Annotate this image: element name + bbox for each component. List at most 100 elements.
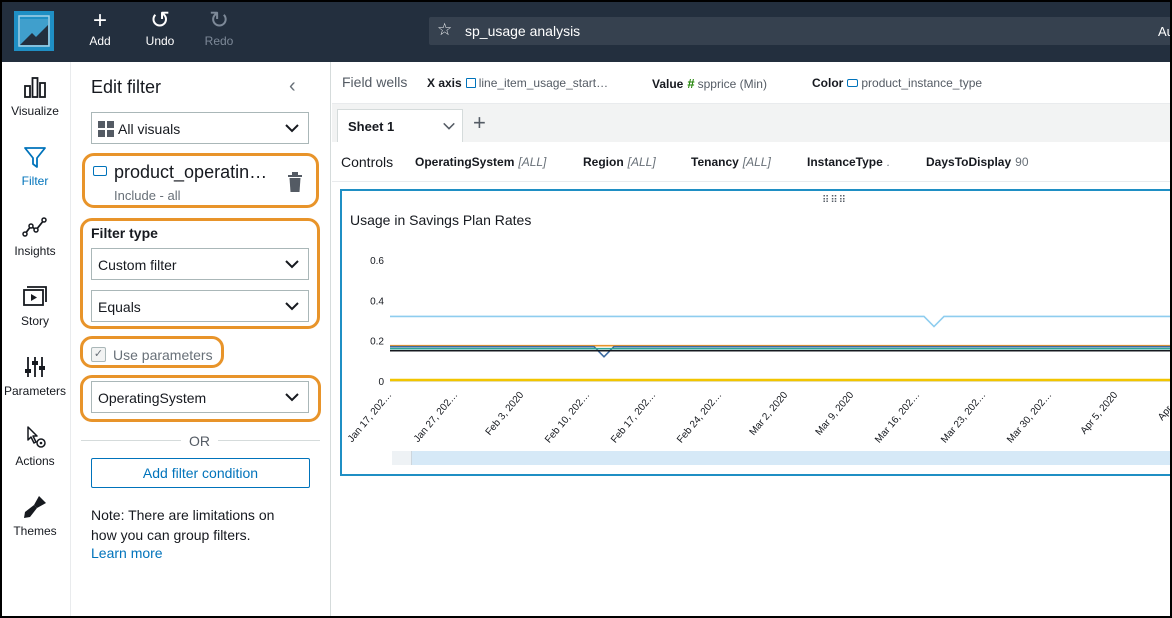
rail-label: Story — [20, 314, 49, 328]
line-chart: 0 0.2 0.4 0.6 Jan 17, 202… Jan 27, 202… Feb 3,… — [346, 256, 1172, 446]
rail-label: Filter — [21, 174, 49, 188]
star-icon[interactable]: ☆ — [437, 20, 452, 40]
y-tick-label: 0.4 — [370, 296, 384, 307]
value-field: spprice (Min) — [697, 77, 767, 91]
analysis-name-bar[interactable]: ☆ sp_usage analysis Au — [429, 17, 1172, 45]
line-chart-visual[interactable]: ⠿⠿⠿ Usage in Savings Plan Rates 0 0.2 0.4 0… — [340, 189, 1172, 476]
sheet-tabs: Sheet 1 + — [332, 104, 1172, 142]
undo-icon: ↺ — [149, 7, 171, 34]
collapse-panel-icon[interactable]: ‹ — [289, 75, 296, 98]
chart-scrollbar[interactable] — [392, 451, 1170, 465]
x-tick-label: Mar 2, 2020 — [748, 390, 791, 438]
analysis-title[interactable]: sp_usage analysis — [465, 23, 580, 39]
rail-label: Actions — [15, 454, 55, 468]
dimension-tag-icon — [93, 166, 107, 176]
chevron-down-icon[interactable] — [442, 119, 456, 133]
control-operating-system[interactable]: OperatingSystem [ALL] — [415, 155, 546, 169]
x-tick-label: Jan 27, 202… — [412, 390, 460, 445]
rail-item-story[interactable]: Story — [0, 284, 70, 328]
add-button[interactable]: + Add — [75, 8, 125, 49]
group-filter-note: Note: There are limitations on how you c… — [91, 507, 275, 543]
top-bar: + Add ↺ Undo ↻ Redo ☆ sp_usage analysis … — [0, 0, 1172, 62]
rail-label: Visualize — [11, 104, 59, 118]
rail-label: Parameters — [3, 384, 67, 398]
rail-item-visualize[interactable]: Visualize — [0, 74, 70, 118]
measure-hash-icon: # — [687, 76, 695, 91]
control-region[interactable]: Region [ALL] — [583, 155, 656, 169]
left-nav-rail: Visualize Filter Insights Story Paramete… — [0, 62, 71, 618]
x-tick-label: Mar 23, 202… — [939, 390, 988, 446]
redo-label: Redo — [204, 34, 234, 48]
quicksight-logo[interactable] — [14, 11, 54, 51]
rail-item-filter[interactable]: Filter — [0, 144, 70, 188]
controls-label[interactable]: Controls — [341, 154, 393, 170]
rail-label: Insights — [14, 244, 56, 258]
x-tick-label: Feb 3, 2020 — [484, 390, 527, 438]
rail-item-insights[interactable]: Insights — [0, 214, 70, 258]
controls-bar: Controls OperatingSystem [ALL] Region [ALL… — [332, 142, 1172, 182]
control-value: [ALL] — [742, 155, 771, 169]
filter-type-label: Filter type — [91, 225, 158, 241]
control-value: [ALL] — [627, 155, 656, 169]
filter-field[interactable]: product_operatin… Include - all — [91, 162, 309, 206]
add-sheet-icon[interactable]: + — [473, 110, 486, 136]
x-tick-label: Mar 9, 2020 — [814, 390, 857, 438]
tab-sheet-1[interactable]: Sheet 1 — [337, 109, 463, 142]
all-visuals-icon — [98, 121, 114, 137]
x-axis-field: line_item_usage_start… — [478, 76, 609, 90]
parameter-value: OperatingSystem — [98, 390, 207, 406]
control-name: DaysToDisplay — [926, 155, 1012, 169]
y-tick-label: 0.2 — [370, 337, 384, 348]
add-filter-condition-button[interactable]: Add filter condition — [91, 458, 310, 488]
learn-more-link[interactable]: Learn more — [91, 545, 163, 561]
control-value: 90 — [1015, 155, 1029, 169]
y-tick-label: 0 — [378, 377, 384, 388]
color-well[interactable]: Color product_instance_type — [812, 76, 982, 90]
control-tenancy[interactable]: Tenancy [ALL] — [691, 155, 771, 169]
x-axis-well[interactable]: X axis line_item_usage_start… — [427, 76, 608, 90]
field-wells-label[interactable]: Field wells — [342, 74, 407, 90]
x-tick-label: Feb 24, 202… — [675, 390, 724, 446]
rail-item-themes[interactable]: Themes — [0, 494, 70, 538]
redo-icon: ↻ — [208, 7, 230, 34]
filter-type-select[interactable]: Custom filter — [91, 248, 309, 280]
operator-select[interactable]: Equals — [91, 290, 309, 322]
topbar-right-truncated[interactable]: Au — [1158, 24, 1172, 39]
scope-select[interactable]: All visuals — [91, 112, 309, 144]
dimension-tag-icon — [847, 79, 859, 87]
control-name: InstanceType — [807, 155, 883, 169]
x-tick-label: Mar 30, 202… — [1005, 390, 1054, 446]
control-instance-type[interactable]: InstanceType. — [807, 155, 890, 169]
parameter-select[interactable]: OperatingSystem — [91, 381, 309, 413]
redo-button[interactable]: ↻ Redo — [194, 7, 244, 49]
rail-label: Themes — [13, 524, 57, 538]
or-label: OR — [181, 433, 218, 449]
control-name: OperatingSystem — [415, 155, 515, 169]
color-field: product_instance_type — [861, 76, 983, 90]
trash-icon[interactable] — [287, 172, 303, 192]
field-wells-bar: Field wells X axis line_item_usage_start…… — [332, 62, 1172, 104]
drag-handle-icon[interactable]: ⠿⠿⠿ — [822, 195, 847, 206]
undo-button[interactable]: ↺ Undo — [135, 7, 185, 49]
filter-type-value: Custom filter — [98, 257, 177, 273]
edit-filter-panel: Edit filter ‹ All visuals product_operat… — [71, 62, 331, 618]
add-label: Add — [89, 34, 111, 48]
rail-item-parameters[interactable]: Parameters — [0, 354, 70, 398]
series-line[interactable] — [390, 315, 1172, 328]
value-well[interactable]: Value # spprice (Min) — [652, 76, 767, 91]
control-days-to-display[interactable]: DaysToDisplay 90 — [926, 155, 1029, 169]
x-axis-label: X axis — [427, 76, 462, 90]
parameters-icon — [25, 357, 45, 377]
use-parameters-checkbox[interactable]: ✓ — [91, 347, 106, 362]
insights-icon — [22, 217, 47, 237]
rail-item-actions[interactable]: Actions — [0, 424, 70, 468]
filter-field-name: product_operatin… — [114, 162, 268, 182]
chevron-down-icon — [285, 393, 299, 402]
scrollbar-thumb[interactable] — [392, 451, 412, 465]
x-tick-label: Apr 5, 2020 — [1079, 390, 1121, 437]
y-tick-label: 0.6 — [370, 256, 384, 267]
panel-title: Edit filter — [91, 77, 162, 97]
chevron-down-icon — [285, 302, 299, 311]
undo-label: Undo — [145, 34, 175, 48]
x-tick-label: Feb 10, 202… — [543, 390, 592, 446]
